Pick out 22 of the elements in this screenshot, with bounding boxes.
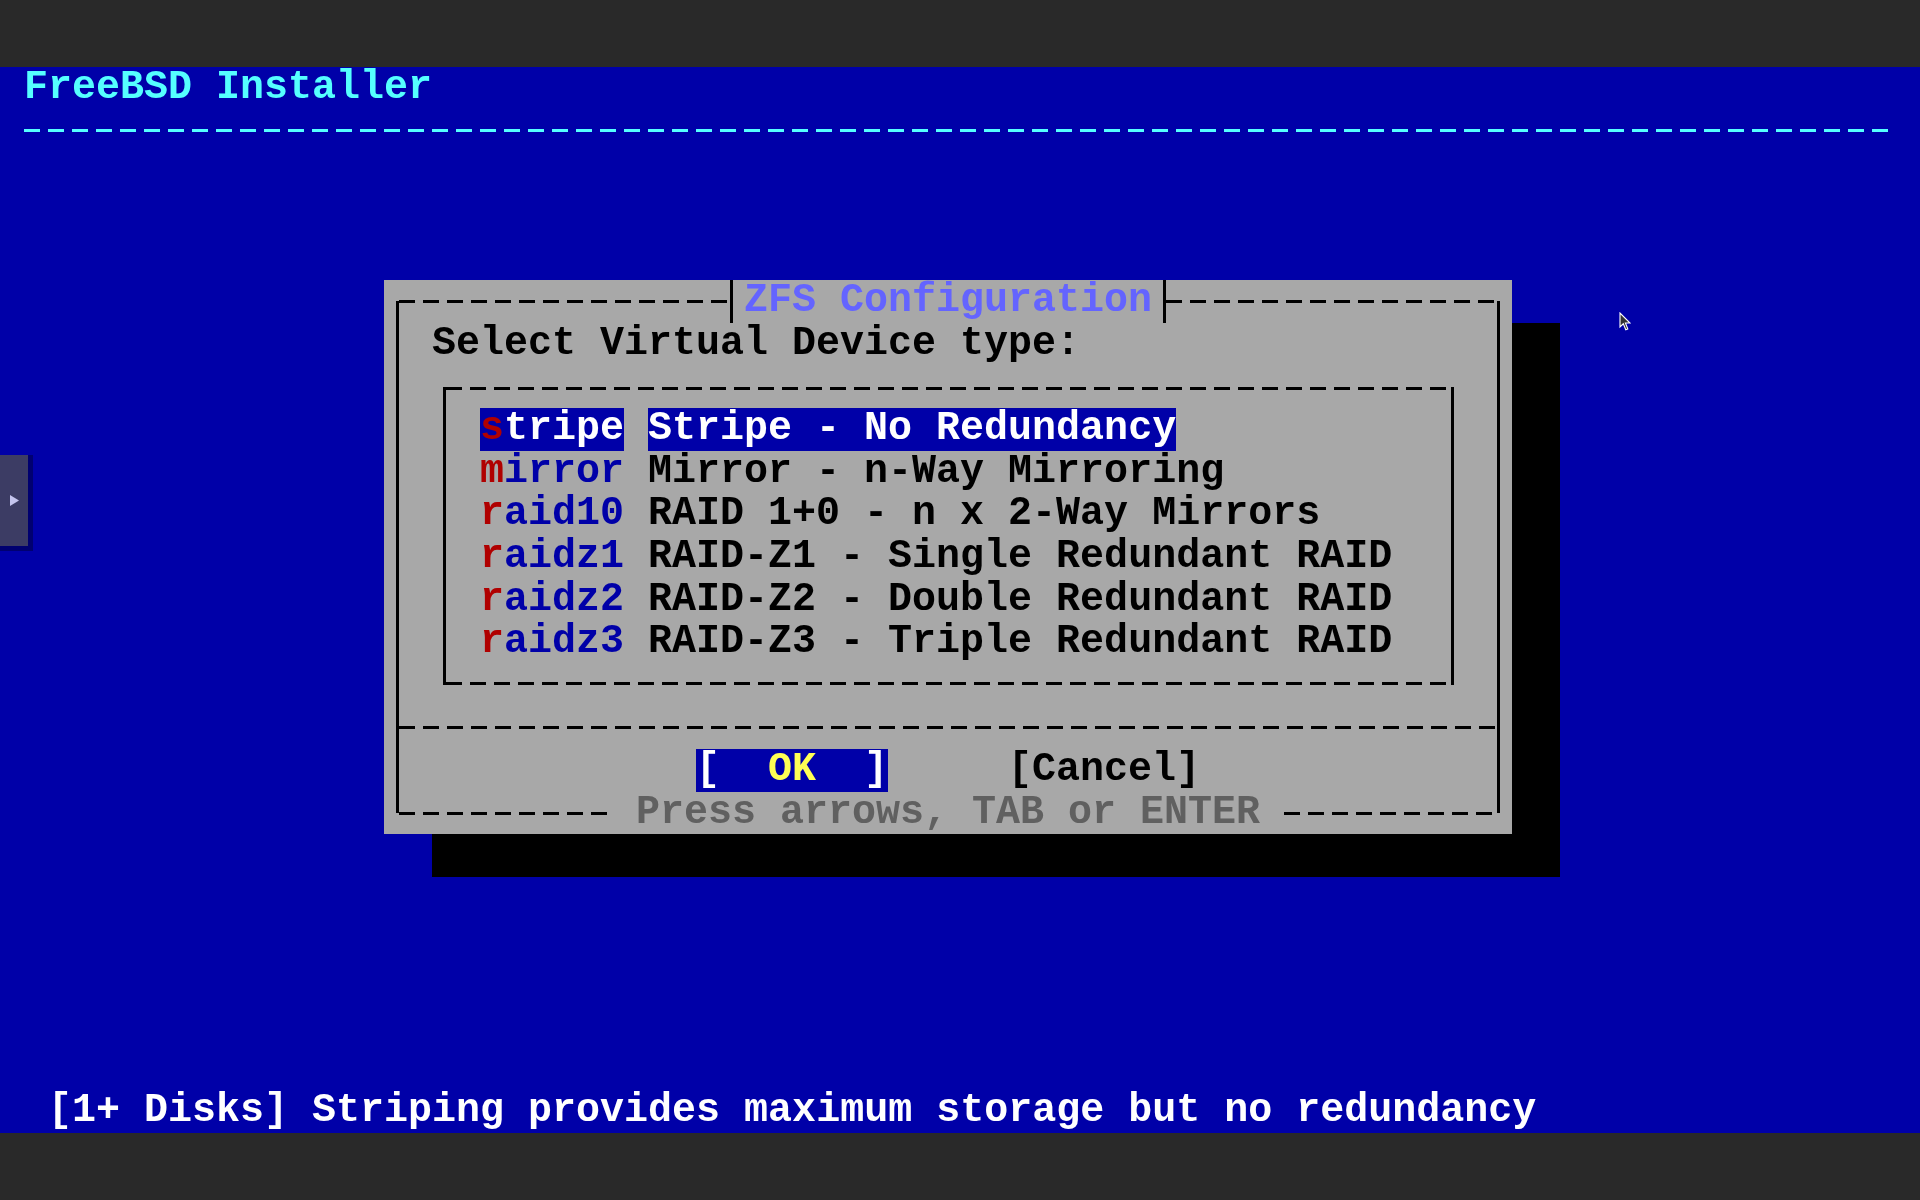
dialog-button[interactable]: [ OK ] — [695, 749, 888, 792]
option-name[interactable]: raid10 — [480, 493, 625, 536]
dialog-button[interactable]: [Cancel] — [1008, 749, 1201, 792]
key-hint: Press arrows, TAB or ENTER — [635, 791, 1261, 835]
side-panel-tab[interactable] — [0, 455, 33, 551]
option-name[interactable]: stripe — [480, 408, 625, 451]
dialog-title: ZFS Configuration — [743, 280, 1153, 323]
option-description[interactable]: Stripe - No Redundancy — [648, 408, 1177, 451]
option-description[interactable]: RAID 1+0 - n x 2-Way Mirrors — [648, 493, 1321, 536]
caret-right-icon — [9, 495, 19, 506]
option-description[interactable]: RAID-Z2 - Double Redundant RAID — [648, 578, 1393, 622]
option-name[interactable]: raidz1 — [480, 535, 625, 579]
status-line: [1+ Disks] Striping provides maximum storage but no redundancy — [48, 1090, 1537, 1133]
option-name[interactable]: raidz2 — [480, 578, 625, 622]
option-description[interactable]: RAID-Z3 - Triple Redundant RAID — [648, 621, 1393, 664]
mouse-pointer-icon — [1619, 312, 1631, 331]
option-description[interactable]: Mirror - n-Way Mirroring — [648, 450, 1225, 494]
dialog-prompt: Select Virtual Device type: — [432, 322, 1081, 366]
installer-title: FreeBSD Installer — [24, 67, 433, 110]
option-name[interactable]: raidz3 — [480, 621, 625, 664]
option-name[interactable]: mirror — [480, 450, 625, 494]
option-description[interactable]: RAID-Z1 - Single Redundant RAID — [648, 535, 1393, 579]
